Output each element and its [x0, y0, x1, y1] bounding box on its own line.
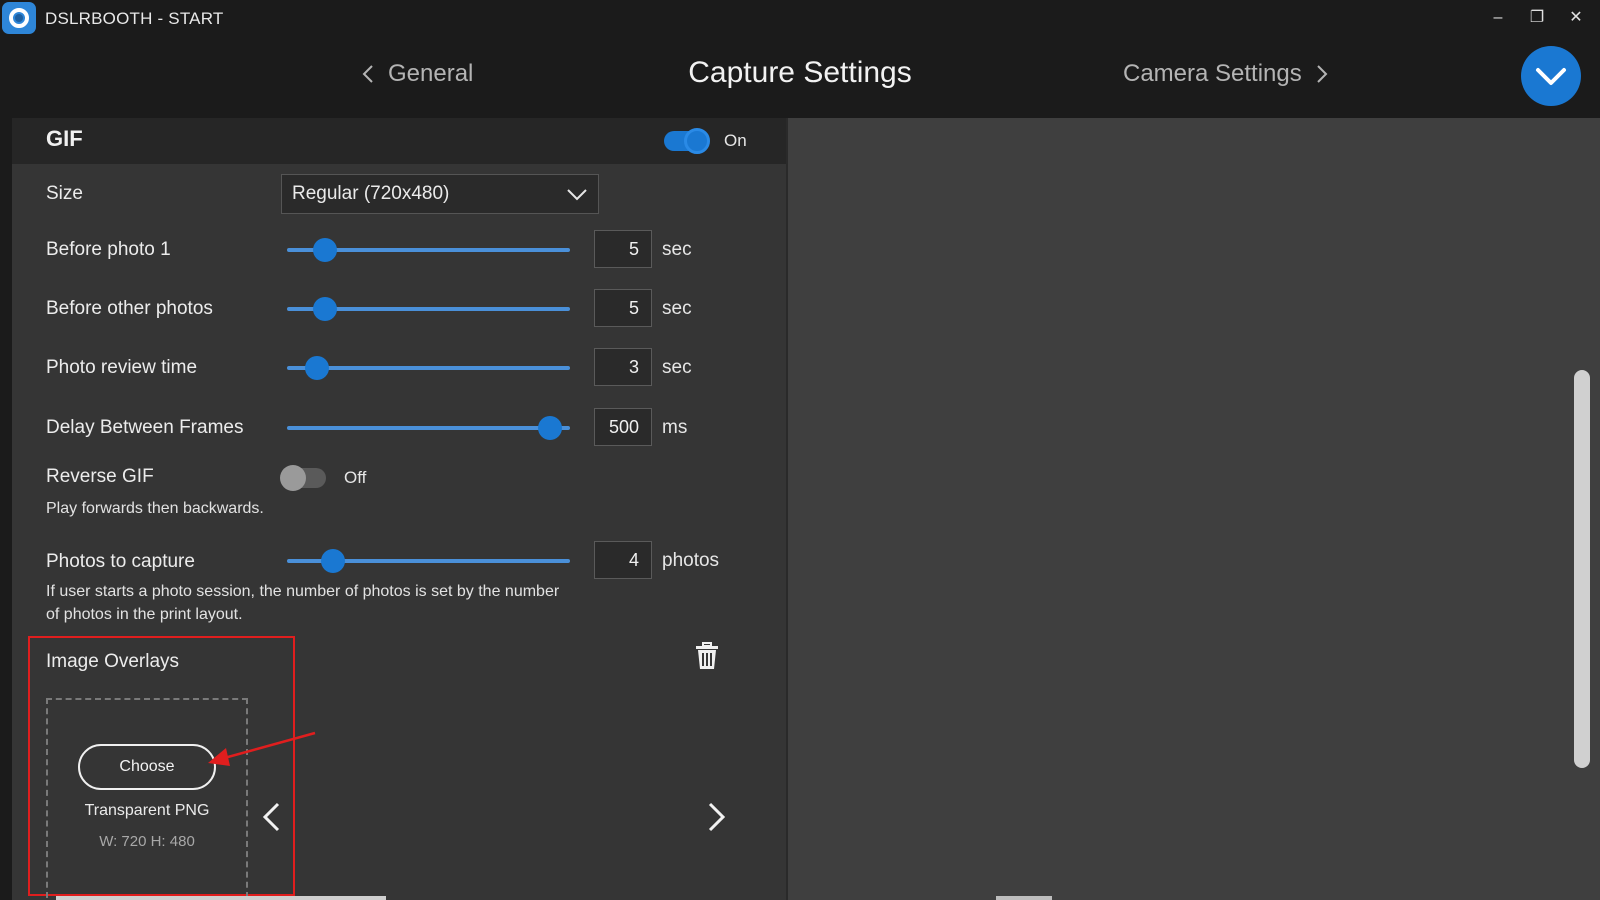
preview-panel: [786, 118, 1600, 900]
minimize-button[interactable]: ‒: [1485, 6, 1511, 30]
reverse-gif-state: Off: [344, 468, 367, 487]
before-photo-1-unit: sec: [662, 239, 692, 260]
chevron-left-icon[interactable]: [260, 800, 284, 834]
panel-resize-handle[interactable]: [996, 896, 1052, 900]
slider-thumb[interactable]: [321, 549, 345, 573]
photos-to-capture-label: Photos to capture: [46, 551, 195, 572]
photos-to-capture-slider[interactable]: [287, 549, 570, 573]
photo-review-time-unit: sec: [662, 357, 692, 378]
size-dropdown-value: Regular (720x480): [292, 183, 450, 204]
photos-to-capture-hint: If user starts a photo session, the numb…: [46, 583, 560, 623]
before-other-photos-input[interactable]: 5: [594, 289, 652, 327]
overlay-dimensions-label: W: 720 H: 480: [99, 833, 195, 850]
before-photo-1-label: Before photo 1: [46, 239, 171, 260]
gif-enabled-label: On: [724, 131, 747, 150]
size-dropdown[interactable]: Regular (720x480): [281, 174, 599, 214]
reverse-gif-label: Reverse GIF: [46, 466, 154, 487]
slider-thumb[interactable]: [313, 238, 337, 262]
page-title: Capture Settings: [688, 56, 912, 89]
slider-thumb[interactable]: [313, 297, 337, 321]
choose-overlay-button[interactable]: Choose: [78, 744, 216, 790]
photo-review-time-input[interactable]: 3: [594, 348, 652, 386]
overlay-type-label: Transparent PNG: [84, 802, 210, 819]
size-label: Size: [46, 183, 83, 204]
page-header: General Capture Settings Camera Settings: [0, 36, 1600, 118]
slider-thumb[interactable]: [538, 416, 562, 440]
close-button[interactable]: ✕: [1563, 6, 1589, 30]
before-photo-1-input[interactable]: 5: [594, 230, 652, 268]
gif-section-title: GIF: [46, 126, 83, 151]
delay-between-frames-unit: ms: [662, 417, 688, 438]
chevron-down-icon: [567, 189, 587, 201]
reverse-gif-toggle[interactable]: [280, 465, 326, 491]
before-other-photos-slider[interactable]: [287, 297, 570, 321]
chevron-right-icon[interactable]: [704, 800, 728, 834]
horizontal-scrollbar[interactable]: [56, 896, 386, 900]
chevron-down-icon: [1536, 68, 1566, 85]
before-photo-1-slider[interactable]: [287, 238, 570, 262]
delay-between-frames-input[interactable]: 500: [594, 408, 652, 446]
delay-between-frames-label: Delay Between Frames: [46, 417, 244, 438]
gif-settings-panel: GIF On Size Regular (720x480) Before pho…: [12, 118, 786, 900]
chevron-right-icon: [1317, 65, 1328, 83]
photos-to-capture-input[interactable]: 4: [594, 541, 652, 579]
slider-thumb[interactable]: [305, 356, 329, 380]
delay-between-frames-slider[interactable]: [287, 416, 570, 440]
before-other-photos-unit: sec: [662, 298, 692, 319]
overlay-drop-zone[interactable]: [46, 698, 248, 898]
collapse-button[interactable]: [1521, 46, 1581, 106]
gif-section-header: GIF On: [12, 118, 786, 164]
restore-button[interactable]: ❐: [1524, 6, 1550, 30]
nav-next-label: Camera Settings: [1123, 60, 1302, 87]
app-logo-icon: [2, 2, 36, 34]
title-bar: DSLRBOOTH - START ‒ ❐ ✕: [0, 0, 1600, 36]
trash-icon[interactable]: [695, 642, 719, 670]
gif-enabled-toggle[interactable]: [664, 128, 710, 154]
nav-next-button[interactable]: Camera Settings: [1123, 60, 1328, 88]
vertical-scrollbar[interactable]: [1574, 370, 1590, 768]
photos-to-capture-unit: photos: [662, 550, 720, 571]
photo-review-time-label: Photo review time: [46, 357, 198, 378]
reverse-gif-hint: Play forwards then backwards.: [46, 500, 264, 517]
photo-review-time-slider[interactable]: [287, 356, 570, 380]
window-title: DSLRBOOTH - START: [45, 9, 224, 28]
before-other-photos-label: Before other photos: [46, 298, 213, 319]
